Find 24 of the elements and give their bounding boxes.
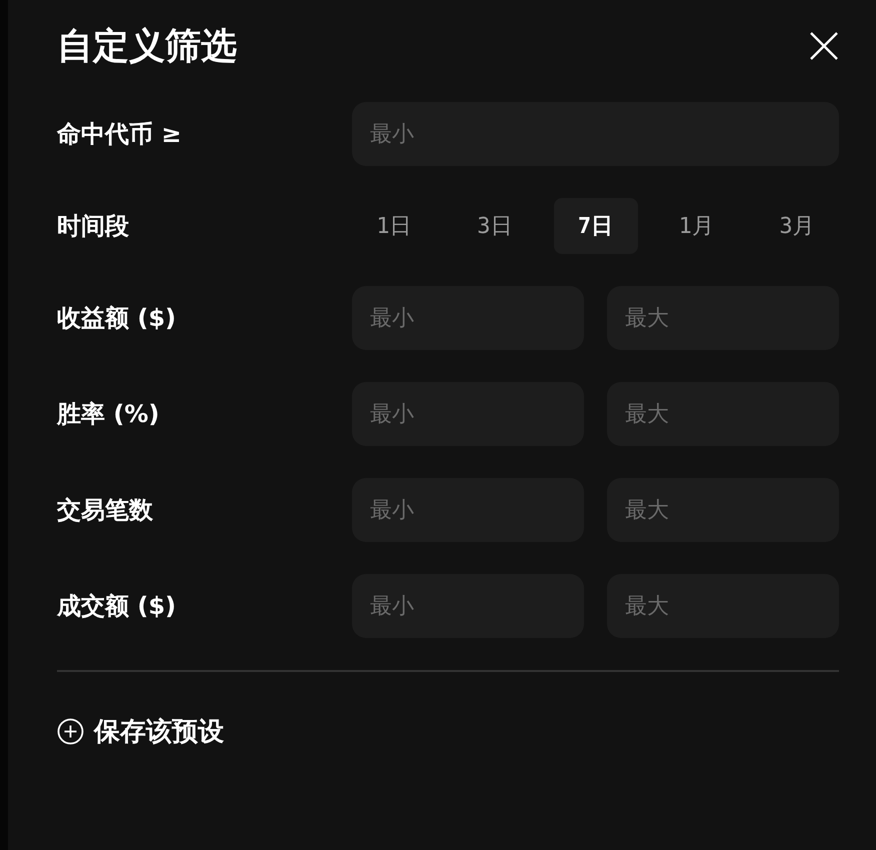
min-field[interactable]: 最小 [352,286,584,350]
max-field[interactable]: 最大 [607,478,839,542]
save-preset-link[interactable]: 保存该预设 [94,714,224,749]
filter-label: 成交额 ($) [57,591,177,622]
filter-label: 胜率 (%) [57,399,160,430]
min-field[interactable]: 最小 [352,478,584,542]
period-option[interactable]: 1月 [654,198,738,254]
period-option[interactable]: 7日 [554,198,638,254]
period-option[interactable]: 3月 [755,198,839,254]
min-field[interactable]: 最小 [352,382,584,446]
period-option[interactable]: 1日 [352,198,436,254]
filter-label: 收益额 ($) [57,303,177,334]
filter-label: 时间段 [57,211,130,242]
close-icon[interactable] [809,31,839,61]
min-field[interactable]: 最小 [352,574,584,638]
plus-circle-icon[interactable] [57,718,84,745]
panel-title: 自定义筛选 [57,24,237,68]
filter-label: 交易笔数 [57,495,154,526]
max-field[interactable]: 最大 [607,286,839,350]
filter-label: 命中代币 ≥ [57,119,182,150]
max-field[interactable]: 最大 [607,382,839,446]
max-field[interactable]: 最大 [607,574,839,638]
min-field[interactable]: 最小 [352,102,839,166]
period-option[interactable]: 3日 [452,198,537,254]
